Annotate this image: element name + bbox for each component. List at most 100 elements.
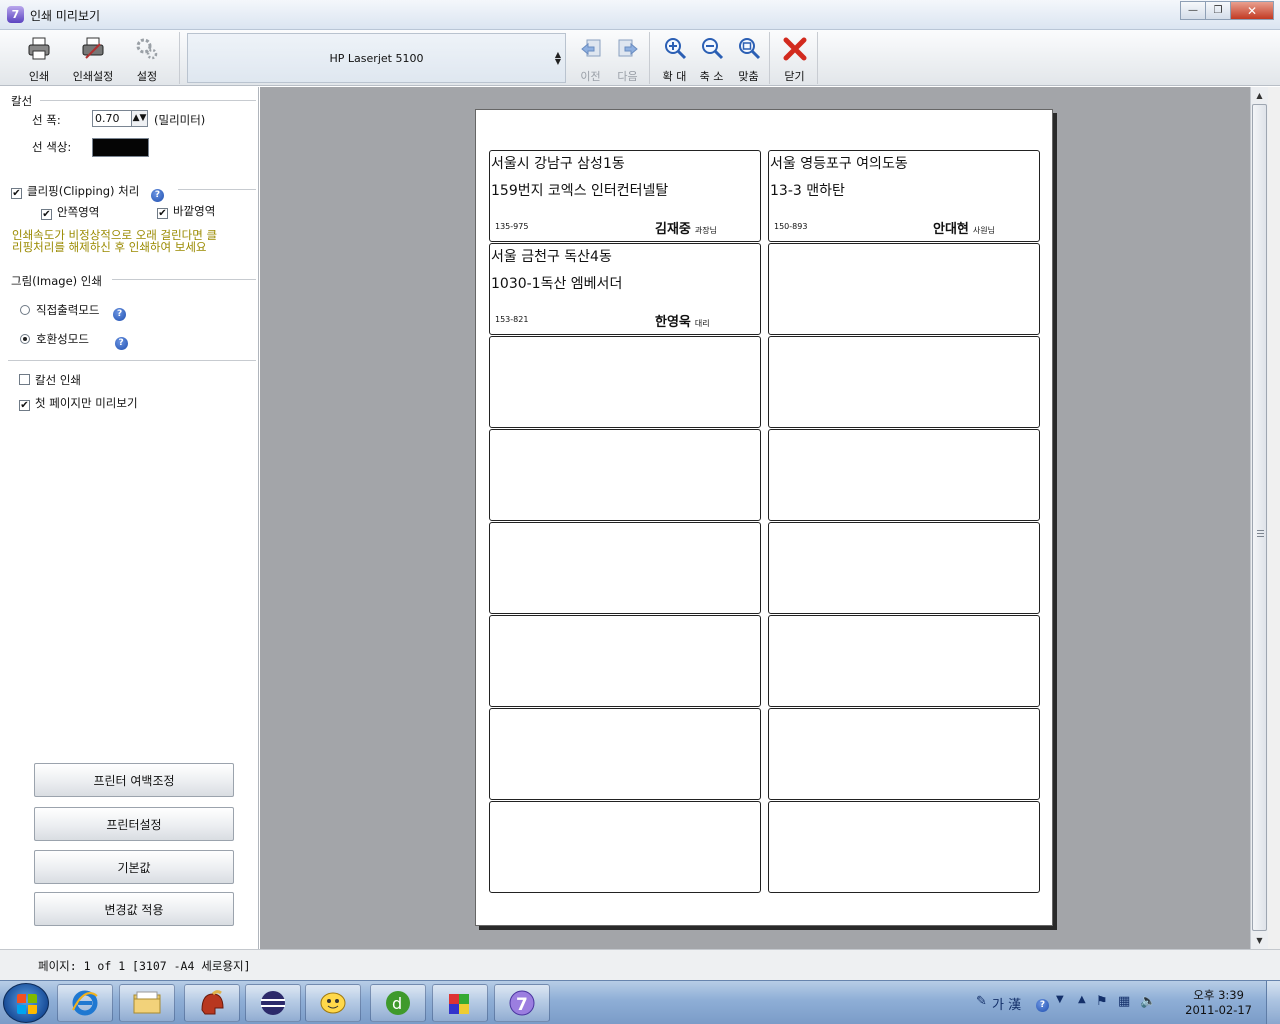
direct-mode-radio[interactable]	[20, 305, 30, 315]
clock[interactable]: 오후 3:39 2011-02-17	[1185, 988, 1252, 1018]
page-status: 페이지: 1 of 1 [3107 -A4 세로용지]	[38, 959, 251, 973]
taskbar-eclipse[interactable]	[245, 984, 301, 1022]
printer-select[interactable]: HP Laserjet 5100 ▲ ▼	[187, 33, 566, 83]
help-icon[interactable]: ?	[114, 337, 128, 350]
ime-options-icon[interactable]: ▼	[1056, 994, 1064, 1005]
recipient-name: 김재중 과장님	[655, 222, 717, 237]
help-icon[interactable]: ?	[151, 189, 164, 202]
printer-settings-button[interactable]: 프린터설정	[34, 807, 234, 841]
folder-icon	[133, 991, 161, 1014]
zoom-fit-icon	[736, 36, 762, 62]
zoom-out-button[interactable]: 축 소	[693, 32, 730, 84]
section-divider	[112, 279, 256, 280]
taskbar-ie[interactable]	[57, 984, 113, 1022]
ime-help-icon[interactable]: ?	[1036, 994, 1049, 1012]
smiley-icon	[320, 992, 346, 1014]
maximize-button[interactable]: ❐	[1205, 1, 1231, 20]
close-preview-button[interactable]: 닫기	[776, 32, 813, 84]
print-button[interactable]: 인쇄	[14, 32, 64, 84]
close-label: 닫기	[784, 70, 805, 83]
scroll-thumb[interactable]	[1252, 104, 1267, 931]
toolbar: 인쇄 인쇄설정 설정 HP Laserjet 5100 ▲ ▼ 이전 다음 확 …	[0, 30, 1280, 86]
recipient-name: 한영욱 대리	[655, 315, 710, 330]
label-cell	[768, 243, 1040, 335]
recipient-title: 대리	[694, 319, 710, 328]
taskbar-messenger[interactable]	[305, 984, 361, 1022]
line-color-swatch[interactable]	[92, 138, 149, 157]
next-page-button[interactable]: 다음	[609, 32, 646, 84]
first-page-checkbox[interactable]: ✔	[19, 400, 30, 411]
compat-mode-radio-row[interactable]: 호환성모드 ?	[20, 331, 128, 350]
inner-area-checkbox[interactable]: ✔	[41, 209, 52, 220]
puzzle-icon	[449, 994, 469, 1014]
zoom-in-button[interactable]: 확 대	[656, 32, 693, 84]
tray-expand-icon[interactable]: ▲	[1078, 994, 1086, 1005]
outer-area-checkbox[interactable]: ✔	[157, 208, 168, 219]
settings-button[interactable]: 설정	[122, 32, 172, 84]
svg-text:d: d	[392, 994, 402, 1013]
taskbar: d 7 ✎ 가 漢 ? ▼ ▲ ⚑ ▦ 🔈 오후 3:39 2011-02-17	[0, 980, 1280, 1024]
line-width-spinner[interactable]: ▲▼	[131, 110, 148, 127]
scroll-up-icon[interactable]: ▲	[1251, 87, 1268, 104]
address-line-1: 서울 영등포구 여의도동	[770, 156, 908, 172]
line-width-unit: (밀리미터)	[154, 113, 206, 127]
taskbar-app-puzzle[interactable]	[432, 984, 488, 1022]
zip-code: 153-821	[495, 315, 529, 324]
gear-icon	[134, 36, 160, 62]
system-tray: ✎ 가 漢 ? ▼ ▲ ⚑ ▦ 🔈 오후 3:39 2011-02-17	[970, 981, 1280, 1024]
taskbar-dreamweaver[interactable]: d	[370, 984, 426, 1022]
minimize-button[interactable]: —	[1180, 1, 1206, 20]
volume-icon[interactable]: 🔈	[1140, 994, 1156, 1009]
close-window-button[interactable]: ✕	[1230, 1, 1274, 20]
ime-indicator[interactable]: 가 漢	[992, 994, 1021, 1013]
clipping-checkbox-row[interactable]: ✔ 클리핑(Clipping) 처리 ?	[11, 183, 164, 202]
vertical-scrollbar[interactable]: ▲ ▼	[1250, 87, 1268, 949]
compat-mode-radio[interactable]	[20, 334, 30, 344]
address-line-2: 13-3 맨하탄	[770, 183, 845, 199]
direct-mode-radio-row[interactable]: 직접출력모드 ?	[20, 302, 127, 321]
printer-name: HP Laserjet 5100	[329, 51, 424, 65]
window-edge	[1268, 87, 1280, 949]
clipping-checkbox[interactable]: ✔	[11, 188, 22, 199]
zoom-out-icon	[699, 36, 725, 62]
first-page-label: 첫 페이지만 미리보기	[35, 396, 138, 410]
start-button[interactable]	[3, 983, 49, 1023]
inner-area-checkbox-row[interactable]: ✔ 안쪽영역	[41, 204, 99, 220]
line-section-title: 칼선	[11, 94, 33, 108]
formtec-icon: 7	[509, 990, 535, 1016]
show-desktop-button[interactable]	[1266, 981, 1280, 1024]
fit-button[interactable]: 맞춤	[730, 32, 767, 84]
taskbar-app-helmet[interactable]	[184, 984, 240, 1022]
label-cell: 서울 금천구 독산4동 1030-1독산 엠베서더 153-821 한영욱 대리	[489, 243, 761, 335]
options-panel: 칼선 선 폭: 0.70 ▲▼ (밀리미터) 선 색상: ✔ 클리핑(Clippi…	[0, 87, 259, 949]
print-cutline-checkbox[interactable]	[19, 374, 30, 385]
line-width-label: 선 폭:	[32, 113, 61, 127]
label-cell	[489, 615, 761, 707]
print-cutline-checkbox-row[interactable]: 칼선 인쇄	[19, 372, 81, 388]
default-values-button[interactable]: 기본값	[34, 850, 234, 884]
printer-margin-button[interactable]: 프린터 여백조정	[34, 763, 234, 797]
scroll-down-icon[interactable]: ▼	[1251, 932, 1268, 949]
first-page-checkbox-row[interactable]: ✔ 첫 페이지만 미리보기	[19, 395, 138, 411]
label-cell	[489, 522, 761, 614]
line-width-input[interactable]: 0.70	[92, 110, 132, 127]
action-center-flag-icon[interactable]: ⚑	[1096, 994, 1108, 1009]
status-bar: 페이지: 1 of 1 [3107 -A4 세로용지]	[0, 949, 1280, 980]
page-nav-group: 이전 다음	[572, 32, 650, 84]
label-cell	[489, 429, 761, 521]
address-line-1: 서울 금천구 독산4동	[491, 249, 612, 265]
label-cell	[768, 708, 1040, 800]
next-label: 다음	[617, 70, 638, 83]
taskbar-formtec[interactable]: 7	[494, 984, 550, 1022]
prev-page-button[interactable]: 이전	[572, 32, 609, 84]
apply-changes-button[interactable]: 변경값 적용	[34, 892, 234, 926]
help-icon[interactable]: ?	[113, 308, 127, 321]
print-setup-button[interactable]: 인쇄설정	[64, 32, 122, 84]
print-group: 인쇄 인쇄설정 설정	[14, 32, 180, 84]
taskbar-explorer[interactable]	[119, 984, 175, 1022]
ime-pen-icon[interactable]: ✎	[976, 994, 987, 1009]
arrow-right-icon	[615, 36, 641, 62]
network-icon[interactable]: ▦	[1118, 994, 1130, 1009]
outer-area-checkbox-row[interactable]: ✔ 바깥영역	[157, 203, 215, 219]
close-group: 닫기	[776, 32, 818, 84]
